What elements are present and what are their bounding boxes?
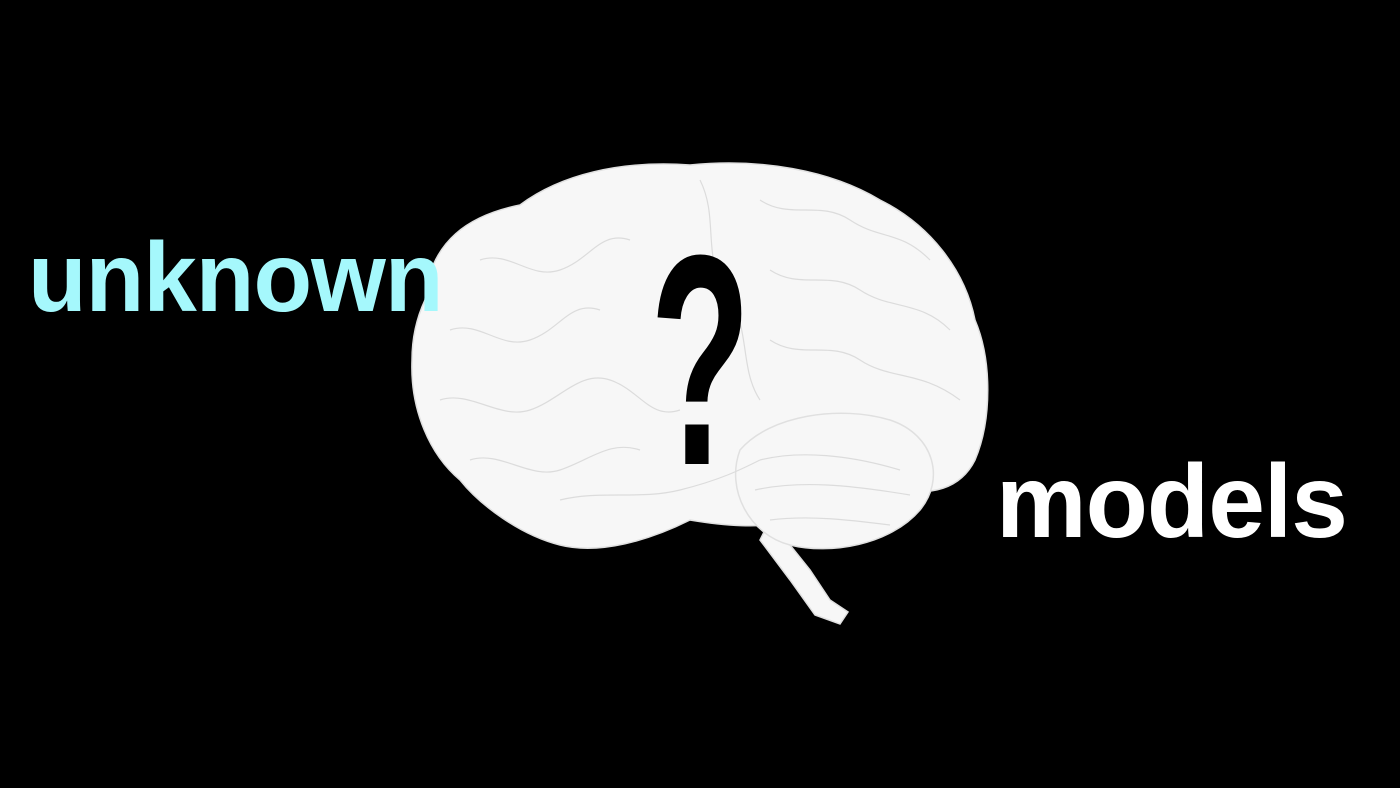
slide: unknown ? models xyxy=(0,0,1400,788)
models-label: models xyxy=(996,444,1348,560)
unknown-label: unknown xyxy=(28,222,444,332)
cerebellum xyxy=(734,412,935,550)
question-mark: ? xyxy=(650,192,751,528)
